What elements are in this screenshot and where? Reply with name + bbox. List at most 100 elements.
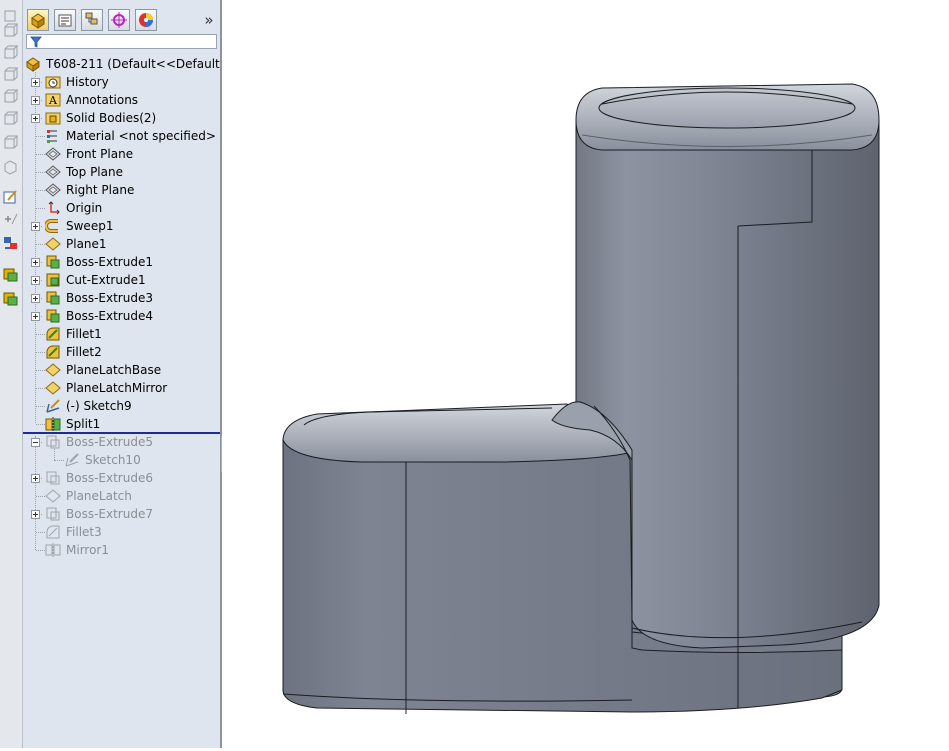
- box-view-icon[interactable]: [2, 44, 19, 61]
- tree-item-boss-extrude4[interactable]: Boss-Extrude4: [23, 307, 220, 325]
- sketch-icon: [46, 399, 60, 413]
- left-vertical-toolbar: [0, 0, 23, 748]
- dimxpertmanager-tab[interactable]: [108, 9, 130, 31]
- box-view-icon[interactable]: [2, 88, 19, 105]
- boss-extrude-icon: [46, 291, 60, 305]
- tree-item-label: Fillet1: [66, 327, 102, 341]
- tree-item-annotations[interactable]: A Annotations: [23, 91, 220, 109]
- boss-extrude-icon: [46, 471, 60, 485]
- tree-item-label: Plane1: [66, 237, 107, 251]
- expand-toggle[interactable]: [31, 312, 40, 321]
- tree-item-sketch10[interactable]: Sketch10: [23, 449, 220, 469]
- expand-toggle[interactable]: [31, 78, 40, 87]
- tree-item-label: Boss-Extrude5: [66, 435, 153, 449]
- more-tabs-button[interactable]: »: [201, 10, 217, 30]
- cylinder-bore: [598, 87, 856, 129]
- svg-text:A: A: [48, 94, 58, 107]
- expand-toggle[interactable]: [31, 114, 40, 123]
- tree-item-material[interactable]: Material <not specified>: [23, 127, 220, 145]
- expand-toggle[interactable]: [31, 294, 40, 303]
- tree-item-front-plane[interactable]: Front Plane: [23, 145, 220, 163]
- featuremanager-tab[interactable]: [27, 9, 49, 31]
- boss-extrude-icon: [46, 507, 60, 521]
- boss-extrude-icon: [46, 435, 60, 449]
- tree-item-solid-bodies[interactable]: Solid Bodies(2): [23, 109, 220, 127]
- dimxpert-icon: [111, 12, 127, 28]
- expand-toggle[interactable]: [31, 510, 40, 519]
- tree-item-plane1[interactable]: Plane1: [23, 235, 220, 253]
- tree-item-label: Annotations: [66, 93, 139, 107]
- tree-item-origin[interactable]: Origin: [23, 199, 220, 217]
- tree-item-label: History: [66, 75, 109, 89]
- relations-icon[interactable]: [2, 234, 19, 251]
- plane-icon: [45, 165, 61, 179]
- configurationmanager-tab[interactable]: [81, 9, 103, 31]
- box-view-icon[interactable]: [2, 22, 19, 39]
- display-manager-tab[interactable]: [135, 9, 157, 31]
- box-view-icon[interactable]: [2, 134, 19, 151]
- expand-toggle[interactable]: [31, 474, 40, 483]
- box-view-icon[interactable]: [2, 110, 19, 127]
- material-icon: [47, 130, 57, 143]
- tree-item-label: PlaneLatchMirror: [66, 381, 168, 395]
- tree-item-split1[interactable]: Split1: [23, 415, 220, 433]
- box-view-icon[interactable]: [2, 66, 19, 83]
- tree-item-planelatchmirror[interactable]: PlaneLatchMirror: [23, 379, 220, 397]
- tree-item-label: Mirror1: [66, 543, 109, 557]
- fillet-icon: [46, 525, 60, 539]
- tree-item-fillet1[interactable]: Fillet1: [23, 325, 220, 343]
- feature-tool-icon[interactable]: [2, 290, 19, 307]
- part-icon: [31, 13, 45, 29]
- display-manager-icon: [139, 13, 153, 27]
- tree-item-label: Origin: [66, 201, 103, 215]
- tree-item-history[interactable]: History: [23, 73, 220, 91]
- collapse-toggle[interactable]: [31, 438, 40, 447]
- tree-item-boss-extrude3[interactable]: Boss-Extrude3: [23, 289, 220, 307]
- tree-item-mirror1[interactable]: Mirror1: [23, 541, 220, 559]
- tree-item-boss-extrude6[interactable]: Boss-Extrude6: [23, 469, 220, 487]
- tree-item-label: PlaneLatchBase: [66, 363, 162, 377]
- part-icon: [26, 57, 40, 72]
- smart-dimension-icon[interactable]: [2, 210, 19, 227]
- tree-root-part[interactable]: T608-211 (Default<<Default>_D: [23, 55, 245, 73]
- propertymanager-tab[interactable]: [54, 9, 76, 31]
- sketch-tool-icon[interactable]: [2, 188, 19, 205]
- mirror-icon: [45, 543, 61, 557]
- tree-item-planelatchbase[interactable]: PlaneLatchBase: [23, 361, 220, 379]
- tree-item-boss-extrude5[interactable]: Boss-Extrude5: [23, 433, 220, 451]
- annotations-folder-icon: A: [45, 93, 61, 107]
- isometric-view-icon[interactable]: [2, 158, 19, 175]
- sketch-icon: [65, 453, 79, 467]
- 3d-model[interactable]: [222, 0, 949, 748]
- tree-item-top-plane[interactable]: Top Plane: [23, 163, 220, 181]
- feature-tool-icon[interactable]: [2, 266, 19, 283]
- history-folder-icon: [45, 76, 61, 89]
- split-feature-icon: [45, 417, 61, 431]
- tree-item-boss-extrude7[interactable]: Boss-Extrude7: [23, 505, 220, 523]
- boss-extrude-icon: [46, 309, 60, 323]
- tree-item-label: Boss-Extrude7: [66, 507, 153, 521]
- expand-toggle[interactable]: [31, 222, 40, 231]
- tree-item-label: PlaneLatch: [66, 489, 132, 503]
- tree-item-label: Boss-Extrude6: [66, 471, 153, 485]
- tree-item-planelatch[interactable]: PlaneLatch: [23, 487, 220, 505]
- graphics-area[interactable]: [222, 0, 949, 748]
- tree-item-sweep1[interactable]: Sweep1: [23, 217, 220, 235]
- tree-filter-input[interactable]: [26, 34, 217, 49]
- tree-item-label: Fillet2: [66, 345, 102, 359]
- tree-item-label: Boss-Extrude3: [66, 291, 153, 305]
- tree-item-cut-extrude1[interactable]: Cut-Extrude1: [23, 271, 220, 289]
- tree-item-right-plane[interactable]: Right Plane: [23, 181, 220, 199]
- ref-plane-icon: [45, 237, 61, 251]
- tree-item-boss-extrude1[interactable]: Boss-Extrude1: [23, 253, 220, 271]
- expand-toggle[interactable]: [31, 258, 40, 267]
- expand-toggle[interactable]: [31, 276, 40, 285]
- tree-item-label: Boss-Extrude4: [66, 309, 153, 323]
- expand-toggle[interactable]: [31, 96, 40, 105]
- tree-item-sketch9[interactable]: (-) Sketch9: [23, 397, 220, 415]
- tree-item-fillet2[interactable]: Fillet2: [23, 343, 220, 361]
- tree-item-label: Split1: [66, 417, 101, 431]
- tree-item-fillet3[interactable]: Fillet3: [23, 523, 220, 541]
- origin-icon: [48, 201, 60, 215]
- configuration-manager-icon: [85, 12, 98, 25]
